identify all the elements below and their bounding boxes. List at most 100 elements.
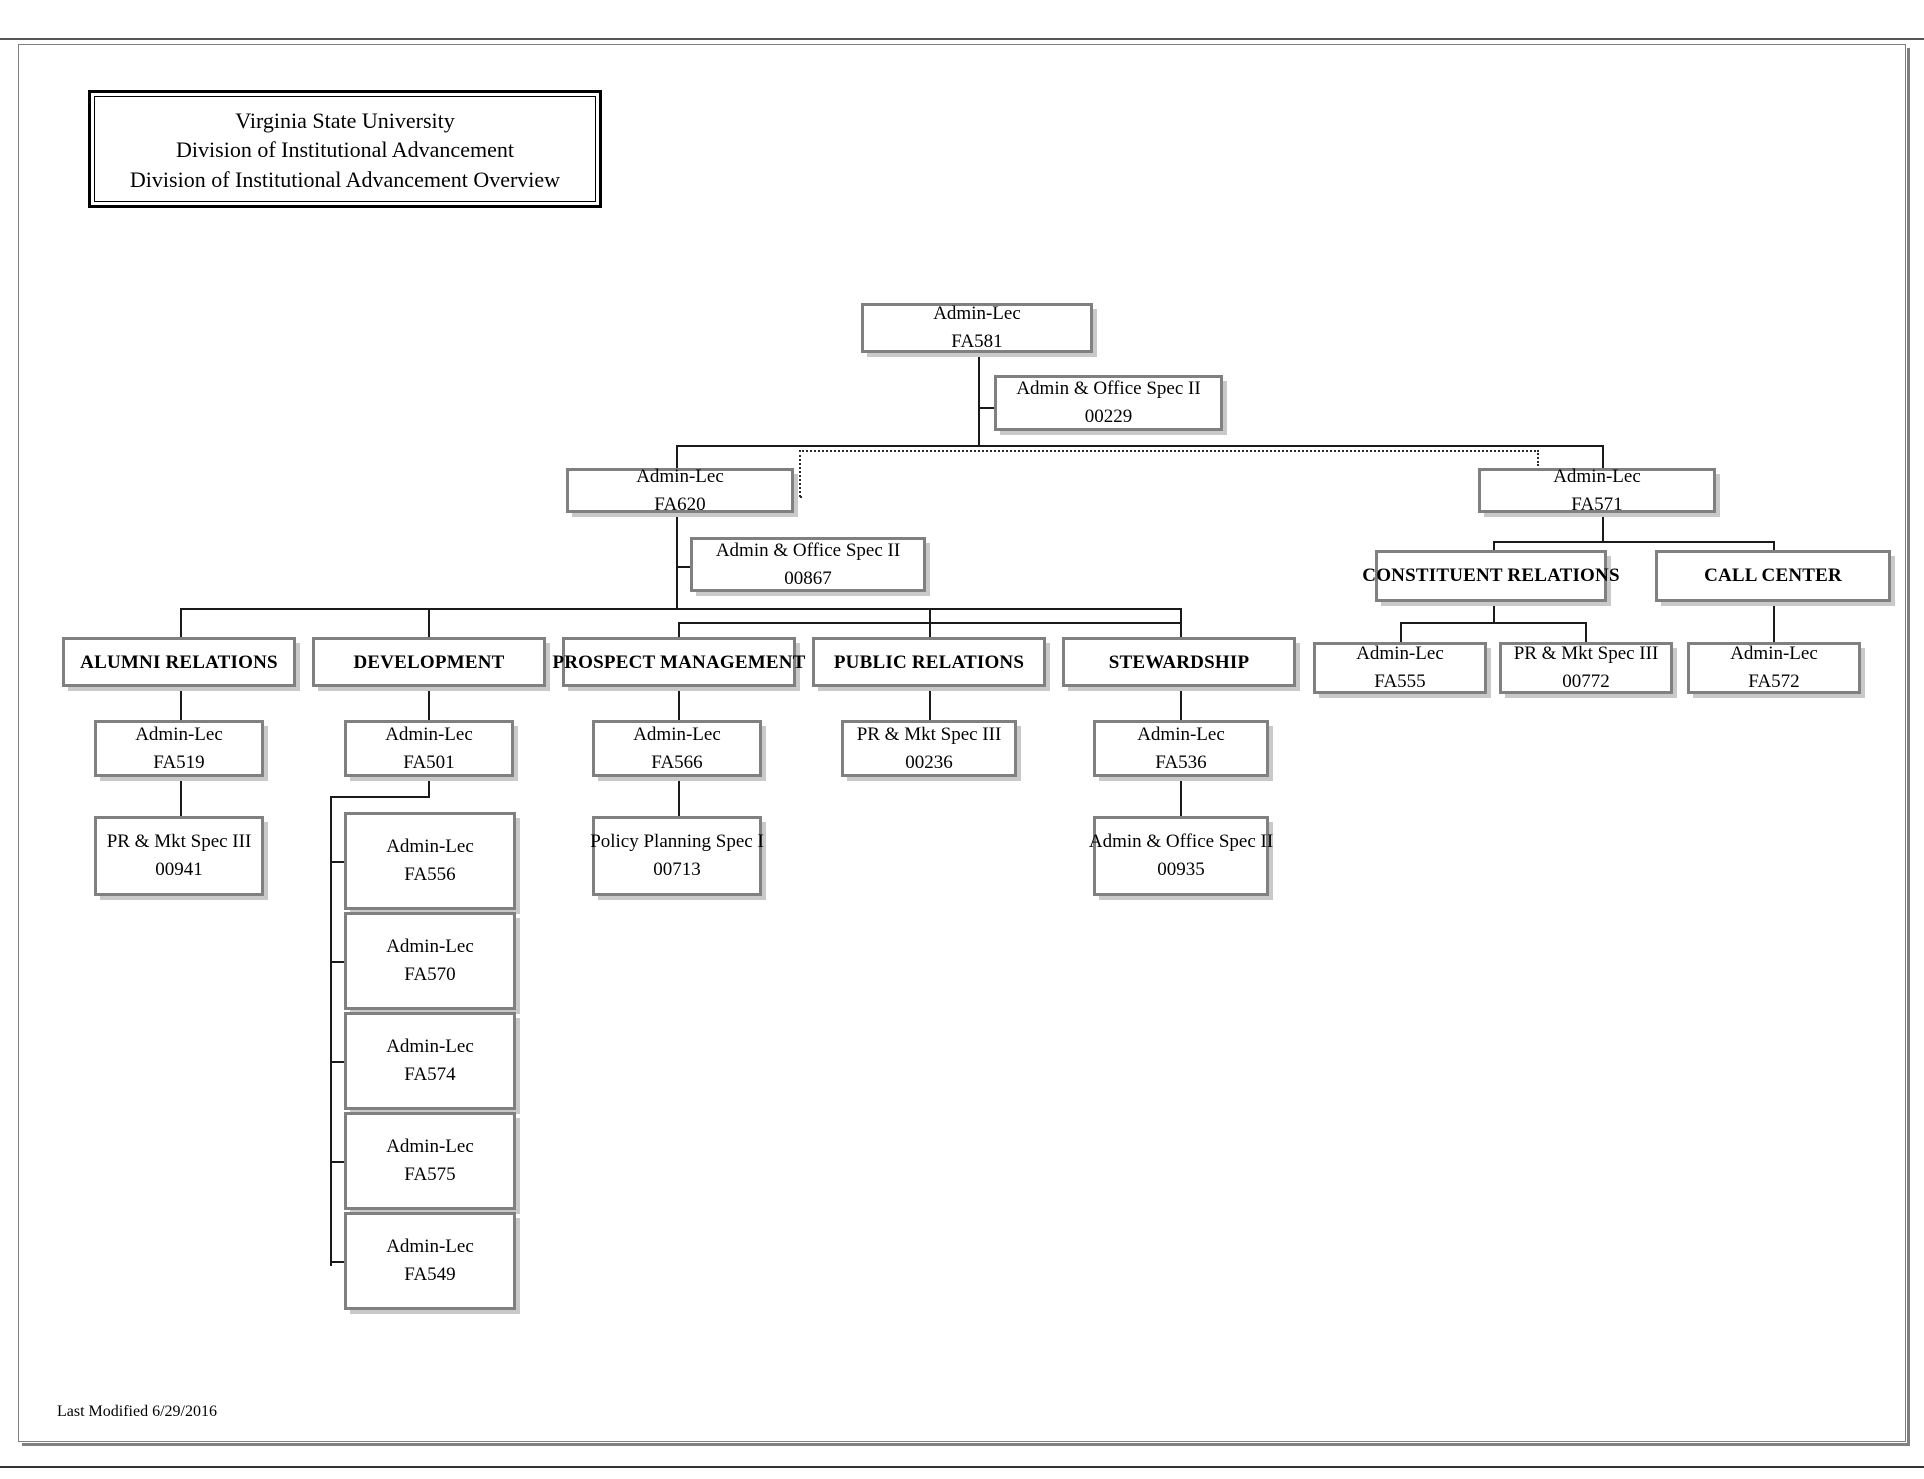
node-role: Admin-Lec bbox=[386, 936, 474, 958]
dept-label: PROSPECT MANAGEMENT bbox=[552, 652, 806, 673]
connector-fa501-stem bbox=[428, 777, 430, 796]
node-role: PR & Mkt Spec III bbox=[106, 831, 252, 853]
dept-prospect-management[interactable]: PROSPECT MANAGEMENT bbox=[552, 637, 805, 687]
node-role: Admin-Lec bbox=[1137, 723, 1225, 745]
node-role: Admin & Office Spec II bbox=[1016, 378, 1201, 400]
title-line-division: Division of Institutional Advancement bbox=[176, 137, 514, 163]
title-line-university: Virginia State University bbox=[235, 108, 455, 134]
node-role: Admin & Office Spec II bbox=[1088, 831, 1274, 853]
dept-development[interactable]: DEVELOPMENT bbox=[312, 637, 546, 687]
connector-dept-bus-lower bbox=[678, 622, 1180, 624]
node-code: 00941 bbox=[155, 859, 203, 880]
page-rule-bottom bbox=[0, 1466, 1924, 1468]
page-rule-top bbox=[0, 38, 1924, 40]
node-code: 00236 bbox=[905, 751, 953, 773]
node-fa572[interactable]: Admin-Lec FA572 bbox=[1687, 642, 1861, 694]
node-fa501[interactable]: Admin-Lec FA501 bbox=[344, 720, 514, 777]
node-role: Admin-Lec bbox=[385, 723, 473, 745]
node-role: Admin-Lec bbox=[633, 723, 721, 745]
connector-level2-bus bbox=[676, 445, 1604, 447]
node-role: Admin-Lec bbox=[135, 723, 223, 745]
node-role: PR & Mkt Spec III bbox=[1513, 643, 1659, 665]
dept-stewardship[interactable]: STEWARDSHIP bbox=[1062, 637, 1296, 687]
node-code: FA570 bbox=[404, 964, 456, 985]
connector-stewardship-stem bbox=[1180, 686, 1182, 721]
node-code: 00229 bbox=[1084, 406, 1133, 427]
node-fa574[interactable]: Admin-Lec FA574 bbox=[344, 1012, 516, 1110]
node-code: FA572 bbox=[1748, 671, 1800, 692]
node-role: Admin-Lec bbox=[386, 1136, 474, 1158]
node-fa549[interactable]: Admin-Lec FA549 bbox=[344, 1212, 516, 1310]
connector-prospect-stem bbox=[678, 686, 680, 721]
connector-constituent-drop-00772 bbox=[1585, 622, 1587, 642]
node-code: FA571 bbox=[1571, 493, 1623, 515]
node-fa566[interactable]: Admin-Lec FA566 bbox=[592, 720, 762, 777]
node-fa581[interactable]: Admin-Lec FA581 bbox=[861, 303, 1093, 353]
connector-constituent-bus bbox=[1400, 622, 1587, 624]
connector-fa519-stem bbox=[180, 777, 182, 817]
node-role: Admin-Lec bbox=[1730, 643, 1818, 665]
node-code: FA581 bbox=[951, 331, 1003, 352]
node-fa571[interactable]: Admin-Lec FA571 bbox=[1478, 466, 1716, 515]
title-block-inner: Virginia State University Division of In… bbox=[94, 96, 596, 202]
node-00713[interactable]: Policy Planning Spec I 00713 bbox=[590, 816, 764, 896]
dept-public-relations[interactable]: PUBLIC RELATIONS bbox=[812, 637, 1046, 687]
connector-dotted-fa620-fa571 bbox=[799, 450, 1539, 452]
connector-dept-drop-stewardship bbox=[1180, 608, 1182, 638]
node-code: FA501 bbox=[403, 751, 455, 773]
title-block: Virginia State University Division of In… bbox=[88, 90, 602, 208]
node-00229[interactable]: Admin & Office Spec II 00229 bbox=[994, 375, 1223, 431]
node-role: Admin-Lec bbox=[1356, 643, 1444, 665]
connector-fa571-bus bbox=[1493, 541, 1774, 543]
dept-constituent-relations[interactable]: CONSTITUENT RELATIONS bbox=[1362, 550, 1620, 602]
node-fa536[interactable]: Admin-Lec FA536 bbox=[1093, 720, 1269, 777]
node-code: FA575 bbox=[404, 1164, 456, 1185]
dept-call-center[interactable]: CALL CENTER bbox=[1655, 550, 1891, 602]
connector-fa620-stem bbox=[676, 509, 678, 610]
node-fa556[interactable]: Admin-Lec FA556 bbox=[344, 812, 516, 910]
node-code: FA566 bbox=[651, 751, 703, 773]
last-modified-note: Last Modified 6/29/2016 bbox=[57, 1403, 217, 1420]
node-00236[interactable]: PR & Mkt Spec III 00236 bbox=[841, 720, 1017, 777]
node-00867[interactable]: Admin & Office Spec II 00867 bbox=[690, 537, 926, 592]
node-code: 00935 bbox=[1157, 859, 1205, 880]
node-code: FA536 bbox=[1155, 751, 1207, 773]
connector-callcenter-stem bbox=[1773, 601, 1775, 642]
node-role: Admin-Lec bbox=[386, 1236, 474, 1258]
node-fa519[interactable]: Admin-Lec FA519 bbox=[94, 720, 264, 777]
node-role: Admin-Lec bbox=[386, 1036, 474, 1058]
connector-dotted-fa620-drop bbox=[799, 450, 801, 497]
title-line-overview: Division of Institutional Advancement Ov… bbox=[129, 166, 561, 192]
connector-alumni-stem bbox=[180, 686, 182, 721]
connector-constituent-stem bbox=[1493, 601, 1495, 622]
node-role: Admin-Lec bbox=[636, 465, 724, 487]
connector-constituent-drop-fa555 bbox=[1400, 622, 1402, 642]
node-code: FA574 bbox=[404, 1064, 456, 1085]
connector-development-spine bbox=[330, 796, 332, 1266]
node-fa555[interactable]: Admin-Lec FA555 bbox=[1313, 642, 1487, 694]
connector-publicrelations-stem bbox=[929, 686, 931, 721]
node-code: FA620 bbox=[654, 493, 706, 515]
node-00772[interactable]: PR & Mkt Spec III 00772 bbox=[1499, 642, 1673, 694]
dept-alumni-relations[interactable]: ALUMNI RELATIONS bbox=[62, 637, 296, 687]
dept-label: PUBLIC RELATIONS bbox=[833, 652, 1025, 673]
connector-fa620-to-00867 bbox=[676, 566, 690, 568]
connector-dept-drop-alumni bbox=[180, 608, 182, 638]
node-code: 00713 bbox=[653, 859, 701, 880]
org-chart-page: Virginia State University Division of In… bbox=[0, 0, 1924, 1479]
node-role: Admin-Lec bbox=[386, 836, 474, 858]
dept-label: CALL CENTER bbox=[1704, 565, 1842, 586]
connector-fa536-stem bbox=[1180, 777, 1182, 817]
node-fa620[interactable]: Admin-Lec FA620 bbox=[566, 466, 794, 515]
node-fa575[interactable]: Admin-Lec FA575 bbox=[344, 1112, 516, 1210]
node-00941[interactable]: PR & Mkt Spec III 00941 bbox=[94, 816, 264, 896]
dept-label: CONSTITUENT RELATIONS bbox=[1362, 565, 1620, 586]
dept-label: STEWARDSHIP bbox=[1108, 652, 1250, 673]
dept-label: ALUMNI RELATIONS bbox=[80, 652, 278, 673]
node-00935[interactable]: Admin & Office Spec II 00935 bbox=[1089, 816, 1273, 896]
node-role: Admin-Lec bbox=[1553, 465, 1641, 487]
connector-fa581-to-00229 bbox=[978, 407, 994, 409]
node-role: PR & Mkt Spec III bbox=[856, 723, 1002, 745]
node-fa570[interactable]: Admin-Lec FA570 bbox=[344, 912, 516, 1010]
node-code: FA555 bbox=[1374, 671, 1426, 692]
